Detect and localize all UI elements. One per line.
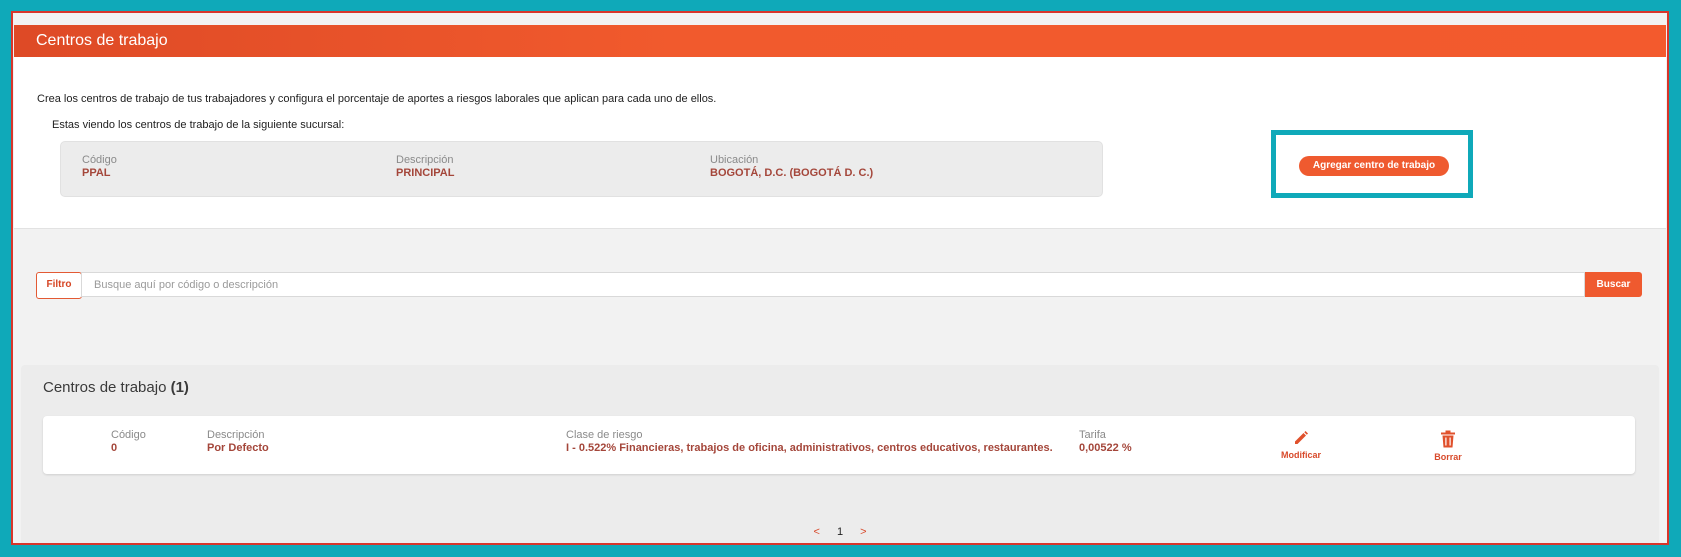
row-codigo: Código 0 xyxy=(111,429,146,454)
prev-page-button[interactable]: < xyxy=(813,526,819,538)
next-page-button[interactable]: > xyxy=(860,526,866,538)
current-page: 1 xyxy=(836,526,844,538)
delete-label: Borrar xyxy=(1434,452,1462,462)
sucursal-ubicacion-value: BOGOTÁ, D.C. (BOGOTÁ D. C.) xyxy=(710,167,874,179)
row-clase-value: I - 0.522% Financieras, trabajos de ofic… xyxy=(566,442,1053,454)
sucursal-codigo: Código PPAL xyxy=(82,154,117,179)
info-card: Crea los centros de trabajo de tus traba… xyxy=(14,57,1666,229)
row-tarifa: Tarifa 0,00522 % xyxy=(1079,429,1132,454)
modify-button[interactable]: Modificar xyxy=(1279,430,1323,460)
list-title-text: Centros de trabajo xyxy=(43,379,167,396)
sucursal-descripcion-label: Descripción xyxy=(396,154,454,166)
trash-icon xyxy=(1441,430,1455,448)
list-item: Código 0 Descripción Por Defecto Clase d… xyxy=(43,416,1635,474)
row-tarifa-label: Tarifa xyxy=(1079,429,1106,441)
row-tarifa-value: 0,00522 % xyxy=(1079,442,1132,454)
search-input[interactable] xyxy=(81,272,1585,297)
list-title: Centros de trabajo (1) xyxy=(43,379,189,396)
page-title: Centros de trabajo xyxy=(14,25,1666,57)
row-clase-label: Clase de riesgo xyxy=(566,429,643,441)
add-work-center-button[interactable]: Agregar centro de trabajo xyxy=(1299,156,1449,176)
row-descripcion-value: Por Defecto xyxy=(207,442,269,454)
add-button-highlight: Agregar centro de trabajo xyxy=(1271,130,1473,198)
filter-bar: Filtro Buscar xyxy=(36,272,1642,299)
filter-tag[interactable]: Filtro xyxy=(36,272,82,299)
row-codigo-value: 0 xyxy=(111,442,118,454)
sucursal-descripcion-value: PRINCIPAL xyxy=(396,167,455,179)
pencil-icon xyxy=(1295,431,1308,444)
row-descripcion: Descripción Por Defecto xyxy=(207,429,269,454)
pagination: < 1 > xyxy=(21,526,1659,538)
work-centers-list: Centros de trabajo (1) Código 0 Descripc… xyxy=(21,365,1659,543)
row-descripcion-label: Descripción xyxy=(207,429,265,441)
row-clase-riesgo: Clase de riesgo I - 0.522% Financieras, … xyxy=(566,429,1053,454)
row-codigo-label: Código xyxy=(111,429,146,441)
sucursal-codigo-label: Código xyxy=(82,154,117,166)
sucursal-ubicacion: Ubicación BOGOTÁ, D.C. (BOGOTÁ D. C.) xyxy=(710,154,873,179)
sucursal-descripcion: Descripción PRINCIPAL xyxy=(396,154,454,179)
search-button[interactable]: Buscar xyxy=(1585,272,1642,297)
modify-label: Modificar xyxy=(1280,450,1321,460)
sucursal-ubicacion-label: Ubicación xyxy=(710,154,759,166)
list-count: (1) xyxy=(170,379,189,396)
intro-text: Crea los centros de trabajo de tus traba… xyxy=(37,93,717,105)
sucursal-label: Estas viendo los centros de trabajo de l… xyxy=(52,119,345,131)
sucursal-codigo-value: PPAL xyxy=(82,167,111,179)
sucursal-box: Código PPAL Descripción PRINCIPAL Ubicac… xyxy=(60,141,1103,197)
delete-button[interactable]: Borrar xyxy=(1433,430,1463,462)
main-frame: Centros de trabajo Crea los centros de t… xyxy=(11,11,1669,545)
